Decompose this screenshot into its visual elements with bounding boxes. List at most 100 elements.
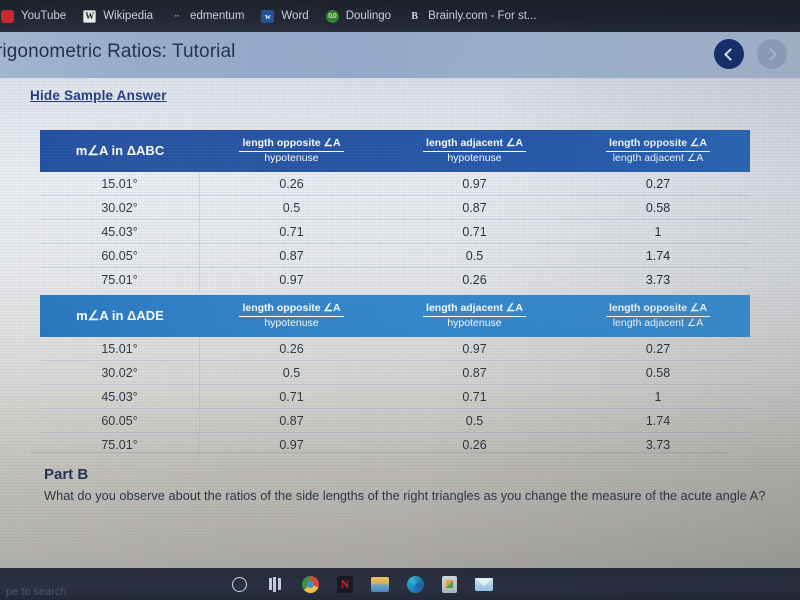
fraction: length opposite ∠A length adjacent ∠A [605,137,711,165]
bookmark-edmentum[interactable]: ·· edmentum [164,0,255,32]
column-header-angle: m∠A in ΔADE [76,308,164,323]
task-view-icon[interactable] [265,575,284,594]
chevron-left-icon [724,47,737,61]
fraction-numerator: length opposite ∠A [605,137,711,152]
bookmark-label: YouTube [21,10,67,22]
ratios-table-ade: m∠A in ΔADE length opposite ∠A hypotenuse l… [40,295,750,457]
fraction-numerator: length opposite ∠A [239,137,344,152]
microsoft-store-icon[interactable] [442,575,457,593]
column-header-ratio-1: length opposite ∠A hypotenuse [200,130,383,172]
cell-ratio-2: 0.87 [462,200,487,215]
cortana-search-icon[interactable] [232,576,247,592]
cell-ratio-1: 0.71 [279,389,304,404]
table-row: 15.01° 0.26 0.97 0.27 [40,337,750,361]
bookmark-doulingo[interactable]: 0.0 Doulingo [320,0,402,32]
cell-ratio-1: 0.5 [282,200,301,215]
tutorial-content: Hide Sample Answer m∠A in ΔABC length opp… [0,78,800,568]
column-header-ratio-3: length opposite ∠A length adjacent ∠A [566,130,750,172]
cell-ratio-2: 0.5 [465,413,484,428]
mail-icon[interactable] [475,577,493,591]
windows-taskbar: pe to search N [0,568,800,600]
column-header-ratio-1: length opposite ∠A hypotenuse [200,295,383,337]
column-header-ratio-3: length opposite ∠A length adjacent ∠A [566,295,750,337]
duolingo-icon: 0.0 [325,9,339,23]
fraction-denominator: hypotenuse [264,151,319,164]
bookmark-youtube[interactable]: YouTube [1,0,77,32]
word-icon: w [261,9,275,23]
fraction-numerator: length adjacent ∠A [423,302,526,317]
netflix-icon[interactable]: N [337,575,353,593]
fraction-denominator: hypotenuse [264,316,319,329]
cell-ratio-1: 0.26 [279,341,304,356]
brainly-icon: B [411,10,418,22]
cell-angle: 60.05° [40,244,200,267]
bookmark-label: edmentum [190,10,245,22]
bookmark-brainly[interactable]: B Brainly.com - For st... [402,0,547,32]
forward-button[interactable] [757,39,787,69]
column-header-ratio-2: length adjacent ∠A hypotenuse [383,295,566,337]
bookmark-label: Doulingo [345,10,392,22]
edmentum-icon: ·· [174,10,180,22]
chrome-icon[interactable] [302,575,319,593]
table-row: 45.03° 0.71 0.71 1 [40,385,750,409]
fraction: length opposite ∠A length adjacent ∠A [605,302,711,330]
cell-ratio-3: 0.27 [645,176,671,191]
part-b-question: What do you observe about the ratios of … [44,488,766,503]
cell-ratio-1: 0.87 [279,413,304,428]
cell-ratio-1: 0.26 [279,176,304,191]
cell-ratio-2: 0.5 [465,248,484,263]
cell-angle: 15.01° [40,337,200,360]
edge-icon[interactable] [407,575,424,593]
cell-ratio-3: 1.74 [645,413,671,428]
taskbar-icons: N [232,568,493,600]
cell-ratio-1: 0.5 [282,365,301,380]
cell-angle: 15.01° [40,172,200,195]
cell-ratio-2: 0.87 [462,365,487,380]
cell-ratio-3: 0.58 [645,200,671,215]
cell-ratio-3: 3.73 [645,438,671,452]
ratios-table-abc: m∠A in ΔABC length opposite ∠A hypotenuse l… [40,130,750,292]
cell-ratio-3: 3.73 [645,273,671,287]
fraction-denominator: length adjacent ∠A [612,151,704,164]
table-header-row: m∠A in ΔADE length opposite ∠A hypotenuse l… [40,295,750,337]
part-b-heading: Part B [44,466,89,483]
bookmark-label: Wikipedia [103,10,154,22]
cell-ratio-3: 1.74 [645,248,671,263]
file-explorer-icon[interactable] [371,576,389,592]
cell-ratio-3: 0.27 [645,341,671,356]
table-row: 30.02° 0.5 0.87 0.58 [40,361,750,385]
fraction-numerator: length opposite ∠A [605,302,711,317]
cell-angle: 60.05° [40,409,200,432]
bookmark-label: Word [281,10,309,22]
table-row: 30.02° 0.5 0.87 0.58 [40,196,750,220]
cell-ratio-2: 0.71 [462,224,487,239]
page-title: rigonometric Ratios: Tutorial [0,41,236,62]
bookmark-label: Brainly.com - For st... [428,10,537,22]
taskbar-search-hint[interactable]: pe to search [6,586,67,598]
table-row: 60.05° 0.87 0.5 1.74 [40,409,750,433]
table-row: 75.01° 0.97 0.26 3.73 [40,433,750,457]
fraction-numerator: length adjacent ∠A [423,137,526,152]
youtube-icon [1,9,14,23]
cell-angle: 30.02° [40,196,200,219]
cell-ratio-2: 0.26 [462,273,487,287]
wikipedia-icon: W [83,9,97,23]
column-header-angle: m∠A in ΔABC [75,143,165,158]
hide-sample-answer-link[interactable]: Hide Sample Answer [30,88,167,103]
table-row: 75.01° 0.97 0.26 3.73 [40,268,750,292]
table-row: 45.03° 0.71 0.71 1 [40,220,750,244]
cell-angle: 75.01° [40,268,200,292]
cell-ratio-1: 0.71 [279,224,304,239]
cell-angle: 45.03° [40,220,200,243]
column-header-ratio-2: length adjacent ∠A hypotenuse [383,130,566,172]
page-title-bar: rigonometric Ratios: Tutorial [0,32,800,78]
table-row: 60.05° 0.87 0.5 1.74 [40,244,750,268]
cell-ratio-1: 0.87 [279,248,304,263]
table-header-row: m∠A in ΔABC length opposite ∠A hypotenuse l… [40,130,750,172]
cell-ratio-2: 0.97 [462,341,487,356]
fraction-denominator: hypotenuse [447,151,502,164]
bookmark-word[interactable]: w Word [255,0,319,32]
fraction: length adjacent ∠A hypotenuse [423,137,526,165]
bookmark-wikipedia[interactable]: W Wikipedia [77,0,164,32]
back-button[interactable] [714,39,744,69]
